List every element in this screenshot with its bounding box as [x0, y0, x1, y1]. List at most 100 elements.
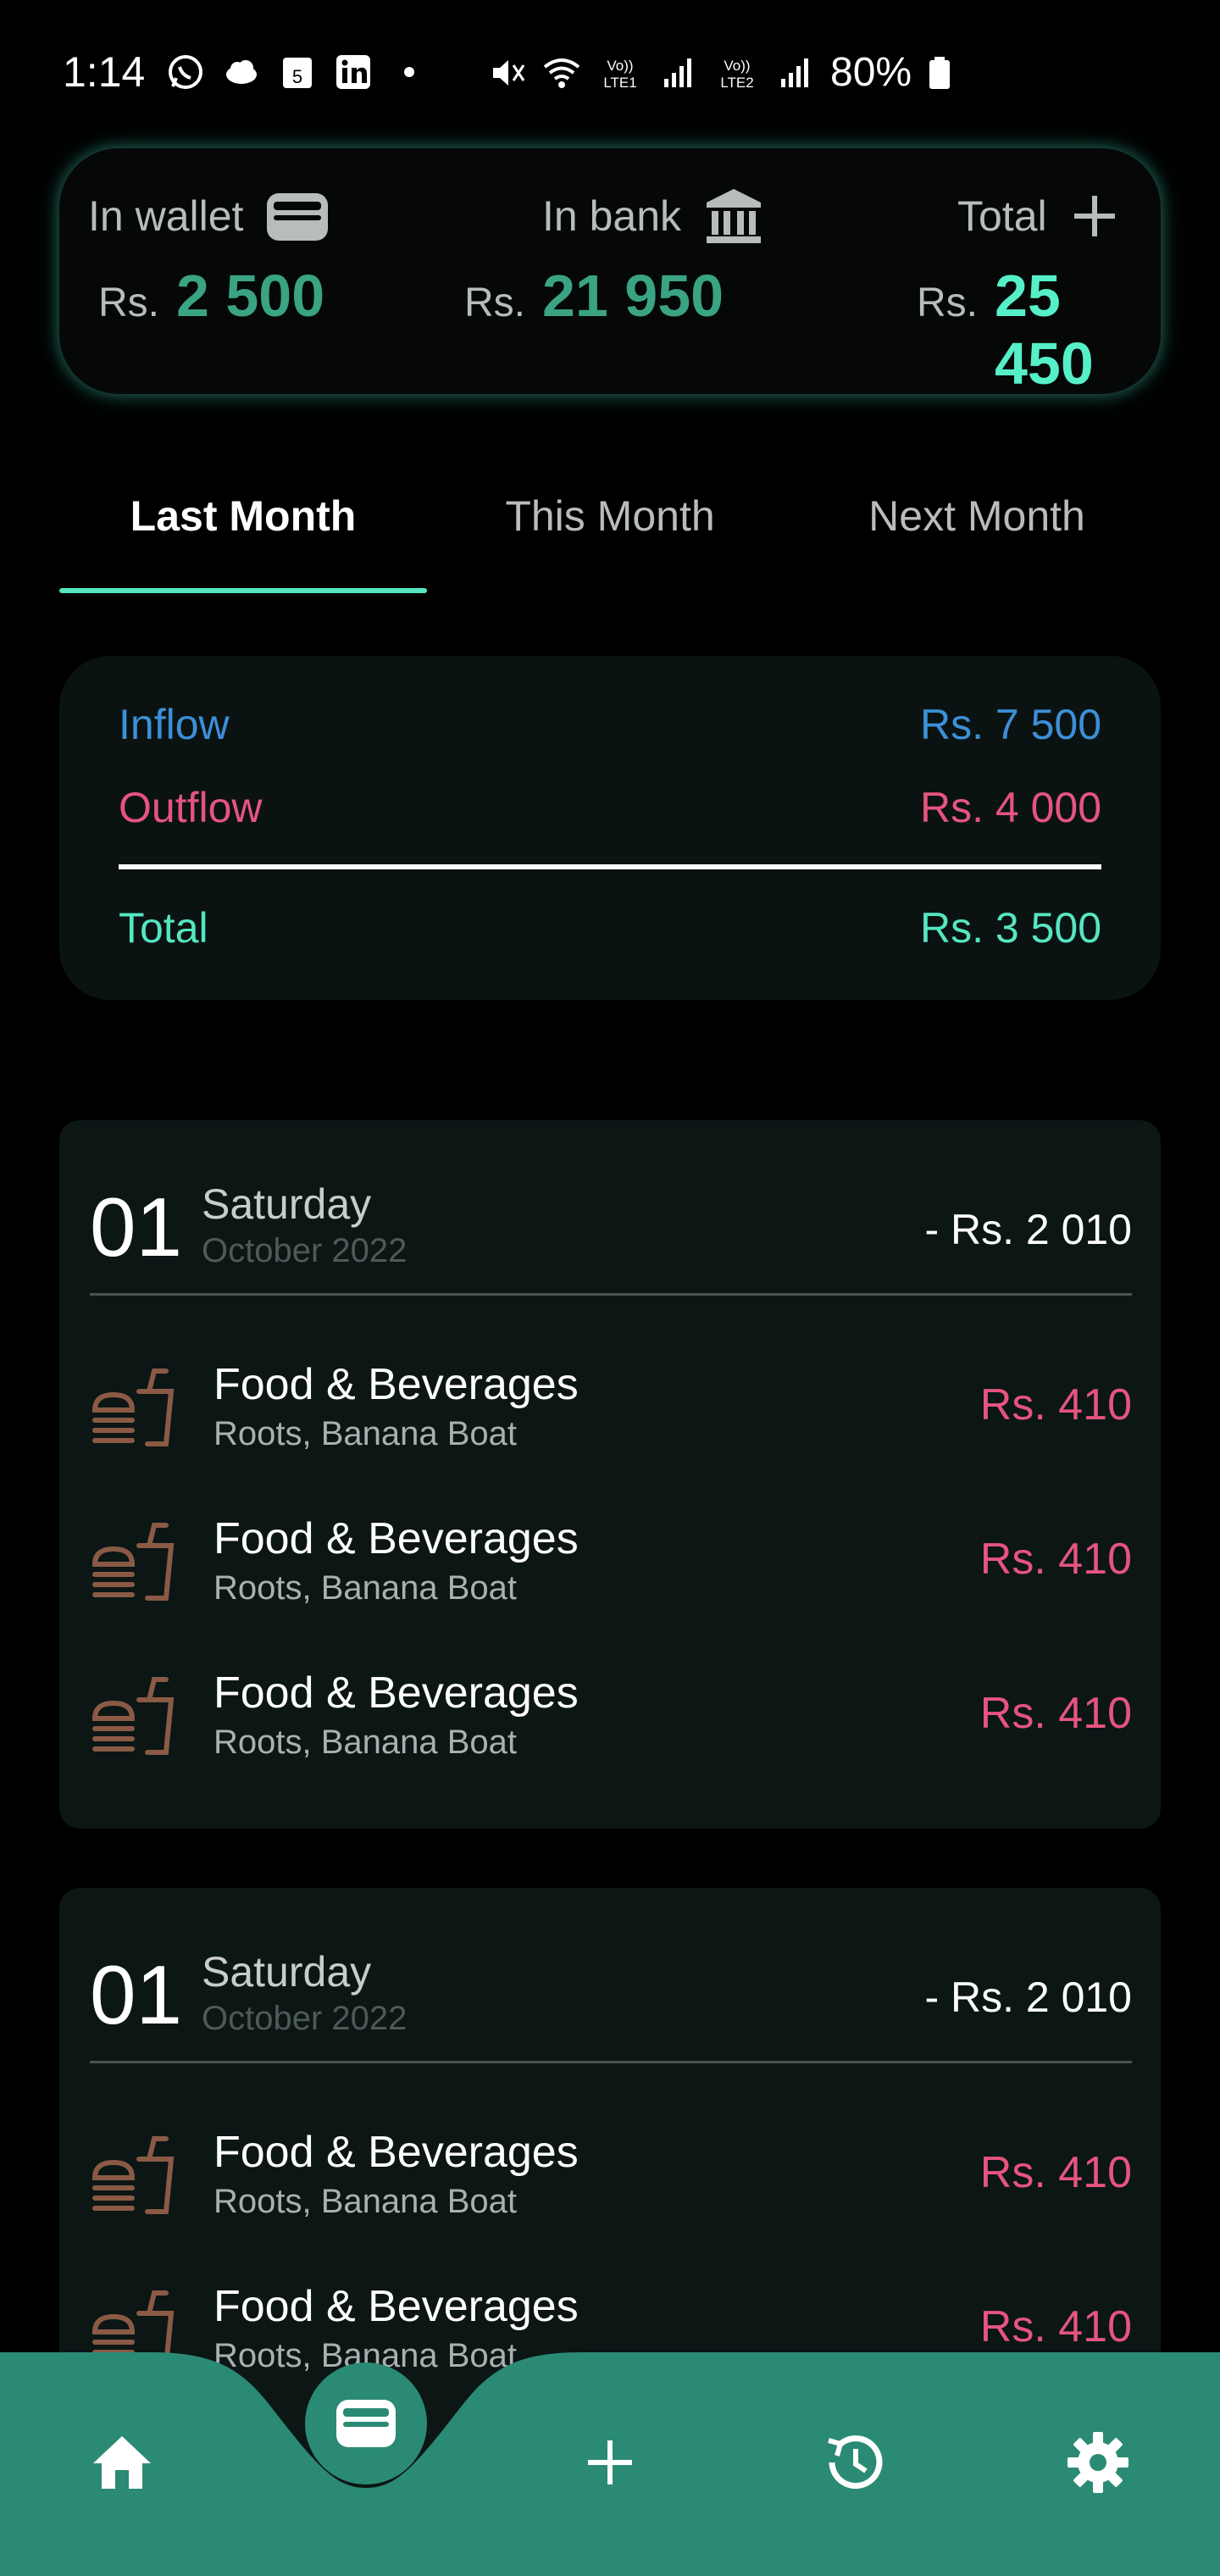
bank-label: In bank	[542, 192, 682, 240]
day-number: 01	[90, 1180, 183, 1274]
bank-balance[interactable]: In bank Rs. 21 950	[464, 182, 786, 369]
transaction-subtitle: Roots, Banana Boat	[214, 1569, 518, 1607]
transaction-title: Food & Beverages	[214, 2128, 579, 2177]
calendar-icon: 5	[283, 58, 312, 88]
wallet-icon	[336, 2400, 396, 2447]
plus-icon	[588, 2440, 632, 2484]
transaction-item[interactable]: Food & Beverages Roots, Banana Boat Rs. …	[90, 1503, 1132, 1622]
day-header: 01 Saturday October 2022 - Rs. 2 010	[90, 1180, 1132, 1281]
transaction-subtitle: Roots, Banana Boat	[214, 1724, 518, 1761]
food-icon	[92, 1368, 175, 1446]
bank-currency: Rs.	[464, 280, 525, 325]
tab-last-month[interactable]: Last Month	[59, 491, 427, 541]
food-icon	[92, 2136, 175, 2214]
inflow-value: Rs. 7 500	[919, 701, 1101, 748]
system-icons: Vo)) LTE1 Vo)) LTE2 80%	[488, 49, 952, 96]
outflow-value: Rs. 4 000	[919, 784, 1101, 831]
transaction-title: Food & Beverages	[214, 2282, 579, 2331]
wallet-amount: 2 500	[176, 263, 325, 329]
bank-icon	[707, 189, 762, 243]
inflow-label: Inflow	[119, 701, 230, 748]
day-divider	[90, 1293, 1132, 1296]
day-number: 01	[90, 1948, 183, 2041]
total-currency: Rs.	[917, 280, 978, 325]
home-icon	[93, 2436, 151, 2489]
nav-settings-button[interactable]	[1056, 2420, 1140, 2505]
total-amount: 25 450	[995, 263, 1094, 397]
transaction-item[interactable]: Food & Beverages Roots, Banana Boat Rs. …	[90, 1657, 1132, 1776]
day-group-card: 01 Saturday October 2022 - Rs. 2 010 Foo…	[59, 1120, 1161, 1829]
calendar-day: 5	[292, 66, 302, 87]
battery-icon	[929, 56, 951, 89]
transaction-amount: Rs. 410	[979, 1535, 1132, 1584]
transaction-amount: Rs. 410	[979, 1380, 1132, 1430]
status-time: 1:14	[63, 48, 146, 96]
wallet-balance[interactable]: In wallet Rs. 2 500	[88, 182, 393, 369]
day-month: October 2022	[202, 2000, 408, 2037]
day-divider	[90, 2061, 1132, 2063]
day-month: October 2022	[202, 1232, 408, 1269]
nav-history-button[interactable]	[812, 2420, 896, 2505]
mute-icon	[493, 59, 525, 86]
svg-text:Vo)): Vo))	[607, 58, 633, 74]
settings-icon	[1068, 2432, 1128, 2493]
inflow-row: Inflow Rs. 7 500	[119, 700, 1101, 749]
transaction-title: Food & Beverages	[214, 1514, 579, 1563]
wallet-fab-button[interactable]	[305, 2362, 427, 2484]
cashflow-summary-card: Inflow Rs. 7 500 Outflow Rs. 4 000 Total…	[59, 656, 1161, 1000]
linkedin-icon	[336, 55, 370, 89]
bottom-navigation	[0, 2352, 1220, 2576]
month-tabs: Last Month This Month Next Month	[59, 475, 1161, 593]
tab-next-month[interactable]: Next Month	[793, 491, 1161, 541]
wallet-currency: Rs.	[98, 280, 159, 325]
flow-divider	[119, 864, 1101, 869]
flow-total-label: Total	[119, 904, 208, 952]
transaction-title: Food & Beverages	[214, 1668, 579, 1718]
svg-text:LTE1: LTE1	[603, 75, 636, 91]
bank-amount: 21 950	[542, 263, 724, 329]
food-icon	[92, 1523, 175, 1601]
active-tab-indicator	[59, 588, 427, 593]
signal2-icon	[781, 58, 808, 87]
signal1-icon	[664, 58, 691, 87]
transaction-amount: Rs. 410	[979, 2302, 1132, 2351]
wallet-label: In wallet	[88, 192, 244, 240]
plus-icon[interactable]	[1069, 191, 1120, 242]
volte1-icon: Vo))LTE1	[603, 58, 636, 91]
transaction-item[interactable]: Food & Beverages Roots, Banana Boat Rs. …	[90, 1349, 1132, 1468]
wallet-icon	[267, 193, 329, 241]
transaction-title: Food & Beverages	[214, 1360, 579, 1409]
nav-home-button[interactable]	[80, 2420, 164, 2505]
transaction-item[interactable]: Food & Beverages Roots, Banana Boat Rs. …	[90, 2117, 1132, 2235]
transaction-subtitle: Roots, Banana Boat	[214, 1415, 518, 1452]
battery-percent: 80%	[830, 50, 912, 95]
notification-icons: 5	[166, 53, 429, 92]
outflow-row: Outflow Rs. 4 000	[119, 783, 1101, 832]
nav-add-button[interactable]	[568, 2420, 652, 2505]
food-icon	[92, 1677, 175, 1755]
dot-icon	[404, 67, 414, 77]
day-total: - Rs. 2 010	[924, 1974, 1132, 2021]
day-weekday: Saturday	[202, 1180, 372, 1228]
day-total: - Rs. 2 010	[924, 1206, 1132, 1253]
outflow-label: Outflow	[119, 784, 263, 831]
transaction-subtitle: Roots, Banana Boat	[214, 2183, 518, 2220]
cloud-icon	[226, 60, 257, 84]
wifi-icon	[543, 58, 580, 88]
flow-total-value: Rs. 3 500	[919, 904, 1101, 952]
total-label: Total	[957, 192, 1047, 240]
transaction-amount: Rs. 410	[979, 1689, 1132, 1738]
balance-summary-card: In wallet Rs. 2 500 In bank Rs. 21 950 T…	[59, 148, 1161, 397]
volte2-icon: Vo))LTE2	[720, 58, 753, 91]
transaction-amount: Rs. 410	[979, 2148, 1132, 2197]
whatsapp-icon	[169, 55, 202, 89]
tab-this-month[interactable]: This Month	[426, 491, 794, 541]
status-bar: 1:14 5 Vo)) LTE1 Vo)) LTE2 80%	[0, 0, 1220, 144]
svg-text:LTE2: LTE2	[720, 75, 753, 91]
day-weekday: Saturday	[202, 1948, 372, 1996]
history-icon	[828, 2435, 883, 2490]
day-header: 01 Saturday October 2022 - Rs. 2 010	[90, 1947, 1132, 2049]
svg-text:Vo)): Vo))	[724, 58, 750, 74]
flow-total-row: Total Rs. 3 500	[119, 903, 1101, 952]
total-balance[interactable]: Total Rs. 25 450	[852, 182, 1140, 397]
